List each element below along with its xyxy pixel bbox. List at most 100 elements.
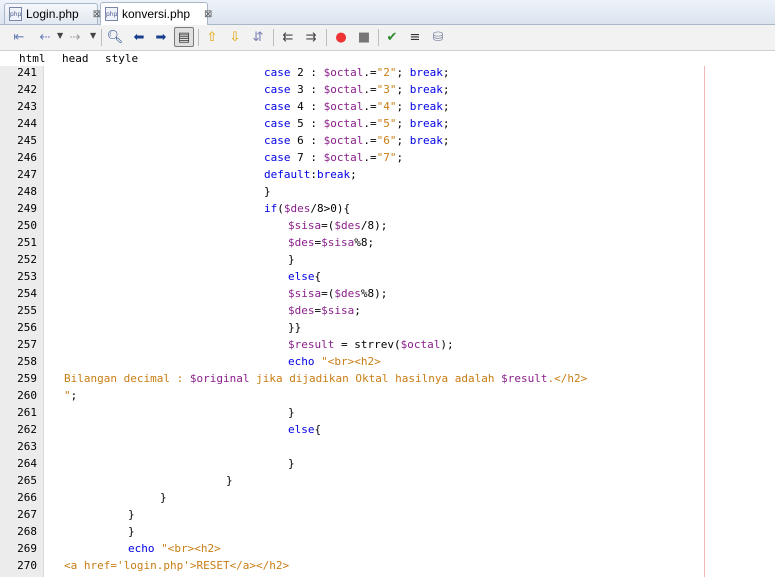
code-line[interactable]: 242 case 3 : $octal.="3"; break; bbox=[0, 81, 775, 98]
code-line[interactable]: 263 bbox=[0, 438, 775, 455]
back-icon[interactable]: ⇠ bbox=[36, 28, 54, 46]
start-macro-recording-icon[interactable]: ● bbox=[332, 28, 350, 46]
code-token: 4 : bbox=[290, 100, 324, 113]
code-token: "3" bbox=[376, 83, 397, 96]
chevron-down-icon[interactable]: ▼ bbox=[57, 31, 63, 40]
code-text: case 3 : $octal.="3"; break; bbox=[264, 81, 450, 98]
code-line[interactable]: 245 case 6 : $octal.="6"; break; bbox=[0, 132, 775, 149]
code-token: } bbox=[226, 474, 233, 487]
code-token: $result bbox=[501, 372, 548, 385]
code-token: $des bbox=[334, 287, 361, 300]
code-line[interactable]: 257 $result = strrev($octal); bbox=[0, 336, 775, 353]
find-previous-icon[interactable]: ⬅ bbox=[130, 28, 148, 46]
code-token: } bbox=[288, 406, 295, 419]
code-line[interactable]: 258 echo "<br><h2> bbox=[0, 353, 775, 370]
code-line[interactable]: 267 } bbox=[0, 506, 775, 523]
code-text: } bbox=[288, 455, 295, 472]
code-line[interactable]: 246 case 7 : $octal.="7"; bbox=[0, 149, 775, 166]
code-token: "2" bbox=[376, 66, 397, 79]
code-line[interactable]: 256 }} bbox=[0, 319, 775, 336]
code-line[interactable]: 269 echo "<br><h2> bbox=[0, 540, 775, 557]
code-line[interactable]: 255 $des=$sisa; bbox=[0, 302, 775, 319]
previous-bookmark-icon[interactable]: ⇧ bbox=[203, 28, 221, 46]
code-token: 3 : bbox=[290, 83, 324, 96]
code-line[interactable]: 254 $sisa=($des%8); bbox=[0, 285, 775, 302]
line-number: 246 bbox=[17, 151, 37, 164]
code-token: .= bbox=[363, 134, 377, 147]
database-icon[interactable]: ⛁ bbox=[429, 28, 447, 46]
code-token: .= bbox=[363, 117, 377, 130]
code-line[interactable]: 261 } bbox=[0, 404, 775, 421]
code-text: $des=$sisa; bbox=[288, 302, 361, 319]
line-number: 265 bbox=[17, 474, 37, 487]
line-number: 260 bbox=[17, 389, 37, 402]
code-line[interactable]: 264 } bbox=[0, 455, 775, 472]
line-number: 270 bbox=[17, 559, 37, 572]
toggle-bookmark-icon[interactable]: ⇵ bbox=[249, 28, 267, 46]
code-token: case bbox=[264, 83, 291, 96]
line-number: 250 bbox=[17, 219, 37, 232]
code-token: ; bbox=[396, 151, 404, 164]
code-token: Bilangan decimal : bbox=[64, 372, 190, 385]
code-text: Bilangan decimal : $original jika dijadi… bbox=[64, 370, 587, 387]
code-line[interactable]: 260 "; bbox=[0, 387, 775, 404]
code-token: echo bbox=[128, 542, 155, 555]
separator bbox=[326, 29, 327, 46]
code-editor[interactable]: 241 case 2 : $octal.="2"; break; 242 cas… bbox=[0, 66, 775, 577]
code-text: case 7 : $octal.="7"; bbox=[264, 149, 403, 166]
line-number: 248 bbox=[17, 185, 37, 198]
code-token: } bbox=[288, 253, 295, 266]
code-token: ; bbox=[396, 66, 410, 79]
line-number: 258 bbox=[17, 355, 37, 368]
last-edit-icon[interactable]: ⇤ bbox=[10, 28, 28, 46]
stop-macro-recording-icon[interactable]: ■ bbox=[355, 28, 373, 46]
code-line[interactable]: 249 if($des/8>0){ bbox=[0, 200, 775, 217]
code-text: } bbox=[128, 523, 135, 540]
code-line[interactable]: 248 } bbox=[0, 183, 775, 200]
tab-konversi-php[interactable]: php konversi.php ⊠ bbox=[100, 2, 212, 25]
close-icon[interactable]: ⊠ bbox=[204, 9, 212, 20]
code-text: } bbox=[226, 472, 233, 489]
code-token: $octal bbox=[400, 338, 441, 351]
line-number: 267 bbox=[17, 508, 37, 521]
code-line[interactable]: 253 else{ bbox=[0, 268, 775, 285]
search-icon[interactable]: 🔍︎ bbox=[106, 28, 124, 46]
line-number: 266 bbox=[17, 491, 37, 504]
tab-login-php[interactable]: php Login.php ⊠ bbox=[4, 3, 101, 24]
forward-icon[interactable]: ⇢ bbox=[66, 28, 84, 46]
code-line[interactable]: 252 } bbox=[0, 251, 775, 268]
code-line[interactable]: 265 } bbox=[0, 472, 775, 489]
code-token: ; bbox=[442, 100, 450, 113]
code-token: $octal bbox=[323, 151, 364, 164]
code-line[interactable]: 243 case 4 : $octal.="4"; break; bbox=[0, 98, 775, 115]
code-line[interactable]: 262 else{ bbox=[0, 421, 775, 438]
code-token: } bbox=[128, 525, 135, 538]
code-line[interactable]: 250 $sisa=($des/8); bbox=[0, 217, 775, 234]
code-line[interactable]: 251 $des=$sisa%8; bbox=[0, 234, 775, 251]
code-line[interactable]: 259 Bilangan decimal : $original jika di… bbox=[0, 370, 775, 387]
code-line[interactable]: 244 case 5 : $octal.="5"; break; bbox=[0, 115, 775, 132]
code-line[interactable]: 241 case 2 : $octal.="2"; break; bbox=[0, 64, 775, 81]
code-token: $octal bbox=[323, 117, 364, 130]
code-line[interactable]: 266 } bbox=[0, 489, 775, 506]
code-line[interactable]: 247 default:break; bbox=[0, 166, 775, 183]
code-text: $sisa=($des/8); bbox=[288, 217, 387, 234]
code-token: { bbox=[314, 423, 322, 436]
shift-right-icon[interactable]: ⇉ bbox=[302, 28, 320, 46]
code-line[interactable]: 270 <a href='login.php'>RESET</a></h2> bbox=[0, 557, 775, 574]
code-token: case bbox=[264, 134, 291, 147]
code-token: $des bbox=[288, 236, 315, 249]
check-icon[interactable]: ✔ bbox=[383, 28, 401, 46]
format-icon[interactable]: ≡ bbox=[406, 28, 424, 46]
chevron-down-icon[interactable]: ▼ bbox=[90, 31, 96, 40]
code-text: case 4 : $octal.="4"; break; bbox=[264, 98, 450, 115]
code-line[interactable]: 268 } bbox=[0, 523, 775, 540]
code-token: ; bbox=[442, 66, 450, 79]
code-text: $sisa=($des%8); bbox=[288, 285, 387, 302]
separator bbox=[101, 29, 102, 46]
shift-left-icon[interactable]: ⇇ bbox=[279, 28, 297, 46]
code-token: ; bbox=[396, 83, 410, 96]
next-bookmark-icon[interactable]: ⇩ bbox=[226, 28, 244, 46]
find-next-icon[interactable]: ➡ bbox=[152, 28, 170, 46]
toggle-highlight-icon[interactable]: ▤ bbox=[174, 27, 194, 47]
